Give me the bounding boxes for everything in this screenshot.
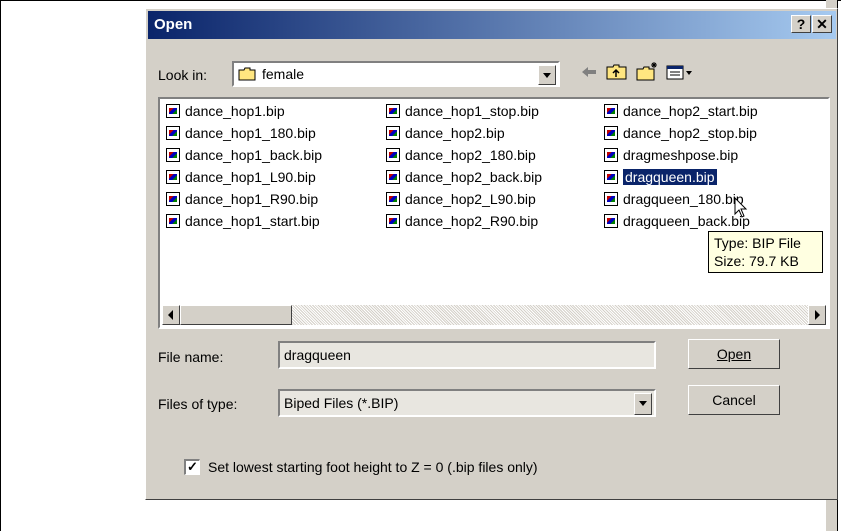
open-dialog: Open ? ✕ Look in: female dance_hop1.bip d… [145,8,838,500]
bip-file-icon [386,104,400,118]
file-item[interactable]: dance_hop1_stop.bip [386,103,539,123]
file-name: dance_hop1.bip [185,103,285,119]
back-arrow-icon[interactable] [576,61,602,83]
up-folder-icon[interactable] [604,61,630,83]
bip-file-icon [166,104,180,118]
file-name-input[interactable]: dragqueen [278,341,656,369]
files-of-type-combobox[interactable]: Biped Files (*.BIP) [278,389,656,417]
bip-file-icon [166,148,180,162]
bip-file-icon [386,170,400,184]
file-name: dance_hop1_start.bip [185,213,320,229]
close-button[interactable]: ✕ [812,15,832,33]
bip-file-icon [166,126,180,140]
bip-file-icon [166,192,180,206]
file-name: dance_hop1_180.bip [185,125,316,141]
file-info-tooltip: Type: BIP File Size: 79.7 KB [708,231,823,273]
file-item[interactable]: dance_hop2.bip [386,125,505,145]
file-item[interactable]: dance_hop1_start.bip [166,213,320,233]
file-name: dance_hop1_R90.bip [185,191,319,207]
look-in-combobox[interactable]: female [232,61,560,87]
mouse-cursor-icon [734,196,748,222]
scroll-left-button[interactable] [162,305,180,325]
file-item[interactable]: dance_hop2_start.bip [604,103,758,123]
files-of-type-value: Biped Files (*.BIP) [284,395,399,411]
bip-file-icon [386,148,400,162]
file-name: dance_hop2_180.bip [405,147,536,163]
file-name: dragqueen.bip [623,169,717,185]
file-item[interactable]: dance_hop2_L90.bip [386,191,536,211]
bip-file-icon [604,148,618,162]
file-name: dragqueen_180.bip [623,191,744,207]
help-button[interactable]: ? [791,15,811,33]
bip-file-icon [604,170,618,184]
dialog-title: Open [154,16,193,33]
file-item[interactable]: dragqueen_180.bip [604,191,744,211]
file-name: dragmeshpose.bip [623,147,739,163]
file-item[interactable]: dragqueen_back.bip [604,213,750,233]
file-item[interactable]: dragmeshpose.bip [604,147,738,167]
file-name: dance_hop1_L90.bip [185,169,316,185]
scrollbar-thumb[interactable] [180,305,292,325]
file-item[interactable]: dance_hop1.bip [166,103,285,123]
bip-file-icon [166,170,180,184]
files-of-type-dropdown-button[interactable] [634,393,652,415]
file-name: dance_hop1_stop.bip [405,103,539,119]
files-of-type-label: Files of type: [158,396,238,412]
file-item[interactable]: dance_hop1_R90.bip [166,191,318,211]
bip-file-icon [386,126,400,140]
folder-icon [238,67,256,81]
look-in-value: female [262,66,305,82]
file-name: dance_hop2.bip [405,125,505,141]
frame-left-border [0,0,1,531]
foot-height-label: Set lowest starting foot height to Z = 0… [208,459,538,475]
file-name: dance_hop2_L90.bip [405,191,536,207]
file-name-label: File name: [158,349,224,365]
file-item[interactable]: dance_hop2_stop.bip [604,125,757,145]
file-name: dance_hop1_back.bip [185,147,323,163]
file-item[interactable]: dragqueen.bip [604,169,717,189]
frame-top-border [0,0,841,1]
bip-file-icon [604,214,618,228]
file-name: dance_hop2_start.bip [623,103,758,119]
file-name: dance_hop2_back.bip [405,169,543,185]
bip-file-icon [604,192,618,206]
scroll-right-button[interactable] [808,305,826,325]
look-in-dropdown-button[interactable] [538,65,556,85]
bip-file-icon [604,126,618,140]
file-name: dance_hop2_R90.bip [405,213,539,229]
tooltip-type: Type: BIP File [714,235,801,251]
tooltip-size: Size: 79.7 KB [714,253,799,269]
bip-file-icon [604,104,618,118]
view-menu-icon[interactable] [664,61,696,83]
file-item[interactable]: dance_hop2_R90.bip [386,213,538,233]
file-name-value: dragqueen [284,347,351,363]
file-item[interactable]: dance_hop1_180.bip [166,125,316,145]
bip-file-icon [386,214,400,228]
look-in-label: Look in: [158,67,208,83]
file-item[interactable]: dance_hop1_back.bip [166,147,322,167]
dialog-titlebar[interactable]: Open ? ✕ [148,11,836,39]
bip-file-icon [386,192,400,206]
file-name: dance_hop2_stop.bip [623,125,757,141]
horizontal-scrollbar[interactable] [162,305,826,325]
new-folder-icon[interactable] [634,61,660,83]
cancel-button[interactable]: Cancel [688,385,780,415]
foot-height-checkbox[interactable]: ✓ [184,459,200,475]
open-button-label: Open [716,346,752,362]
file-name: dragqueen_back.bip [623,213,750,229]
file-item[interactable]: dance_hop1_L90.bip [166,169,316,189]
file-item[interactable]: dance_hop2_back.bip [386,169,542,189]
file-list[interactable]: dance_hop1.bip dance_hop1_180.bip dance_ho… [158,97,830,329]
bip-file-icon [166,214,180,228]
file-item[interactable]: dance_hop2_180.bip [386,147,536,167]
open-button[interactable]: Open [688,339,780,369]
